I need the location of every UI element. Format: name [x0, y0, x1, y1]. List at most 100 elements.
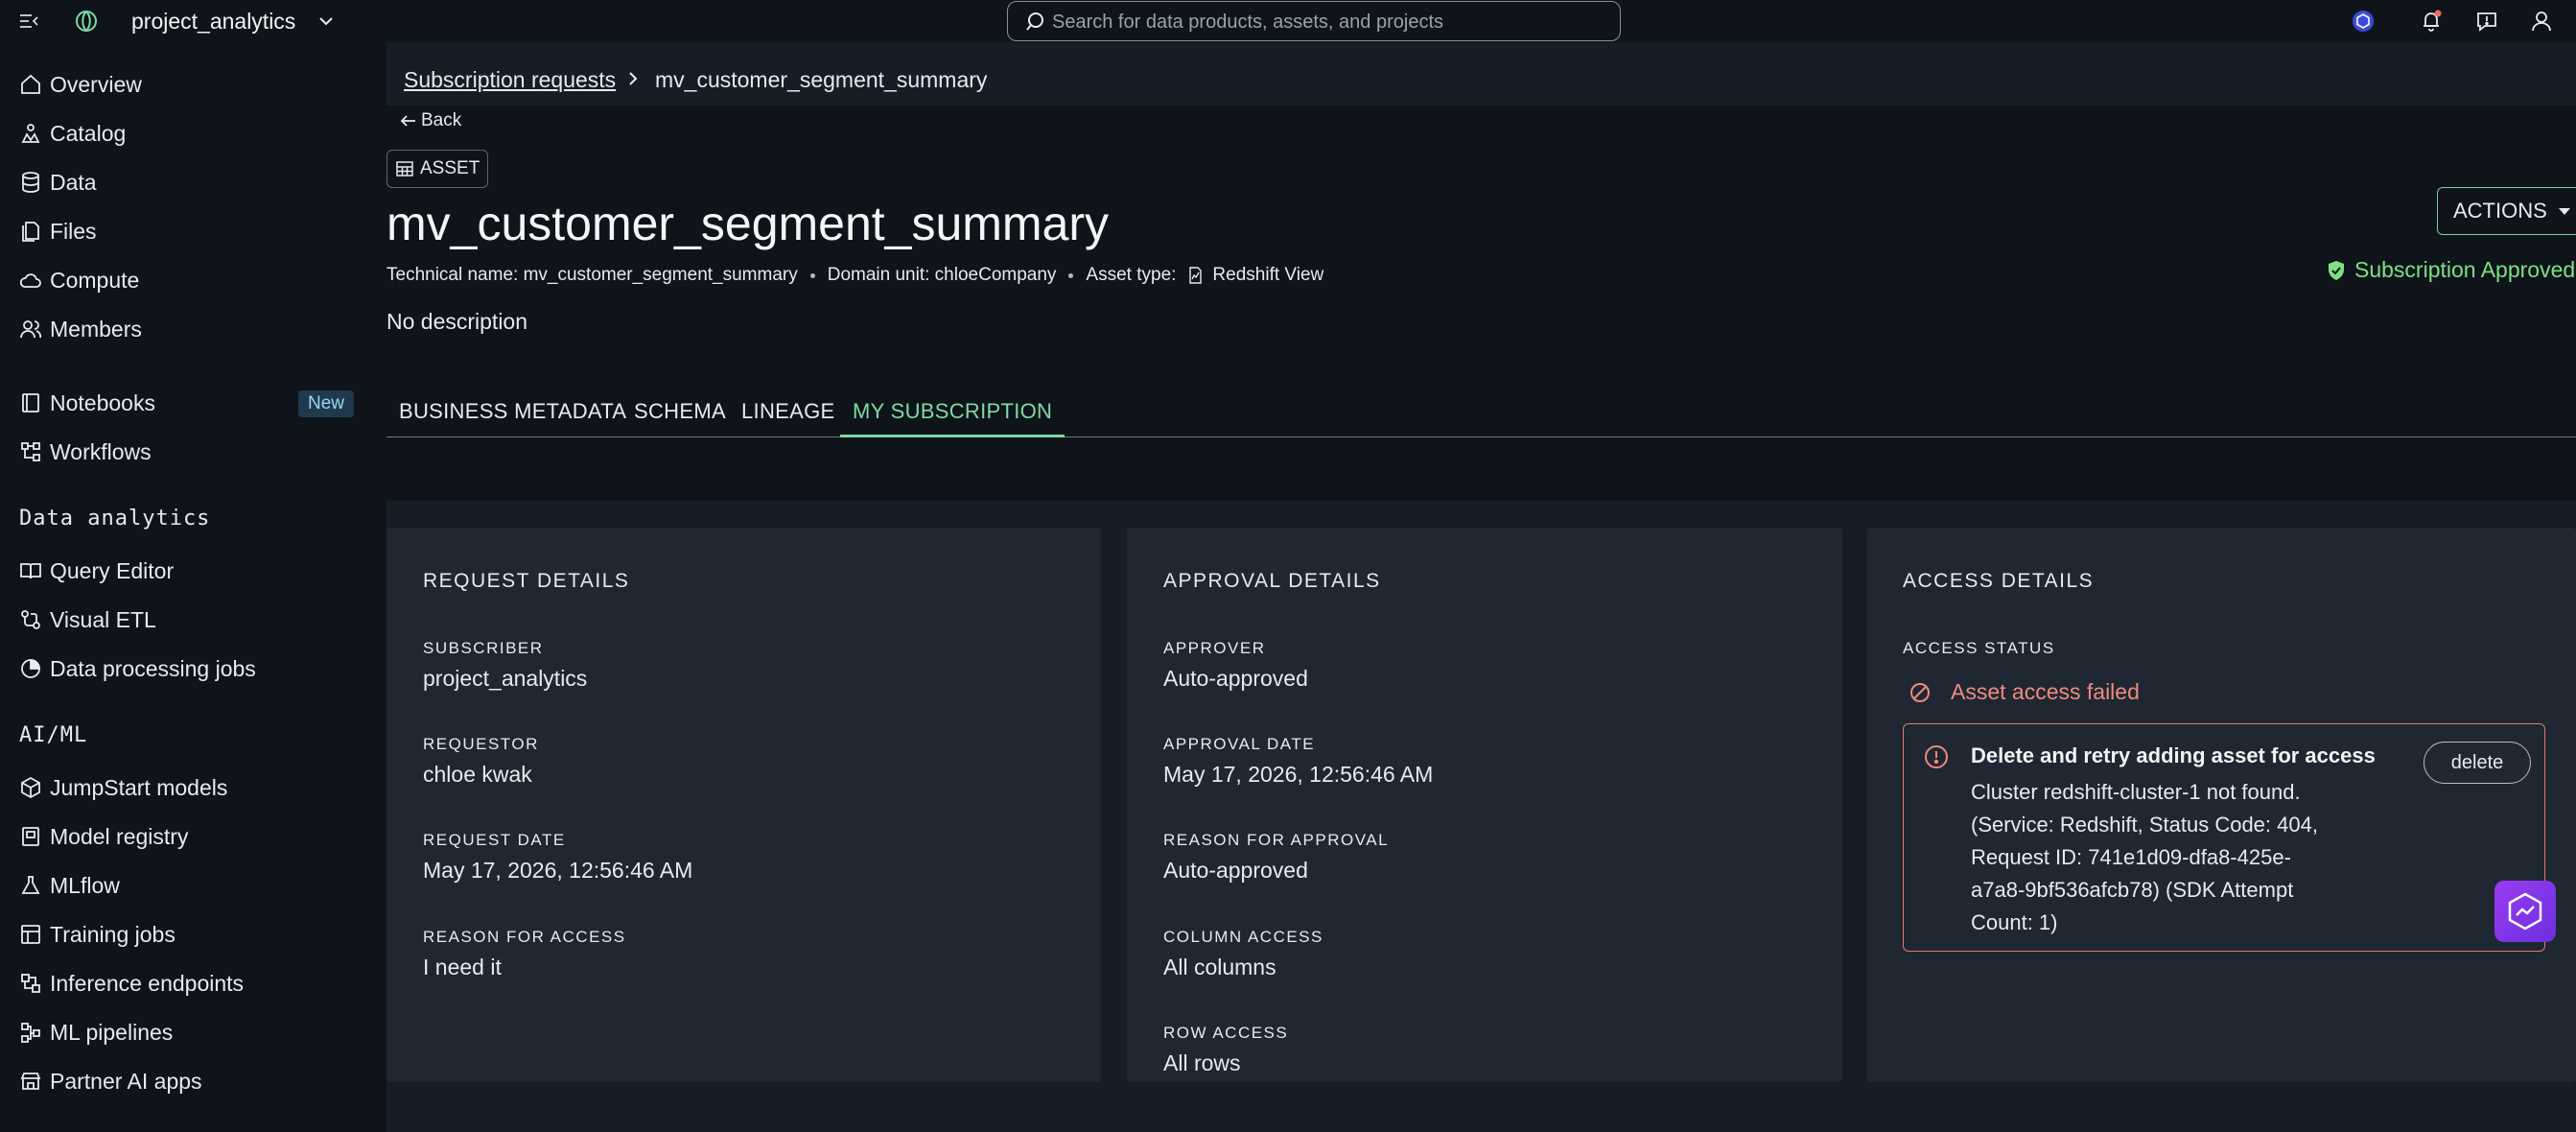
reason-for-approval-value: Auto-approved: [1163, 858, 1308, 883]
sidebar-item-mlflow[interactable]: MLflow: [0, 866, 386, 905]
approval-details-card: APPROVAL DETAILS APPROVER Auto-approved …: [1127, 528, 1842, 1082]
sidebar-item-model-registry[interactable]: Model registry: [0, 817, 386, 856]
subscription-status: Subscription Approved: [2326, 257, 2575, 283]
search-input[interactable]: [1052, 8, 1608, 36]
blocked-icon: [1910, 682, 1930, 702]
asset-type-value: Redshift View: [1212, 265, 1324, 285]
breadcrumb: Subscription requests mv_customer_segmen…: [386, 42, 2576, 106]
home-icon: [21, 74, 40, 94]
separator-dot: [1068, 272, 1074, 278]
asset-tabs: BUSINESS METADATA SCHEMA LINEAGE MY SUBS…: [386, 388, 2576, 437]
asset-tag: ASSET: [386, 150, 489, 188]
sidebar-item-query-editor[interactable]: Query Editor: [0, 552, 386, 590]
pipeline-icon: [21, 1023, 40, 1043]
sidebar: Overview Catalog Data Files Compute Memb…: [0, 42, 386, 1132]
cloud-icon: [19, 273, 41, 288]
breadcrumb-subscription-requests[interactable]: Subscription requests: [404, 67, 616, 93]
access-error-alert: Delete and retry adding asset for access…: [1903, 723, 2545, 952]
notifications-icon[interactable]: [2419, 9, 2444, 34]
request-details-card: REQUEST DETAILS SUBSCRIBER project_analy…: [386, 528, 1101, 1082]
tab-business-metadata[interactable]: BUSINESS METADATA: [386, 399, 639, 437]
database-icon: [22, 172, 39, 193]
asset-header: [386, 106, 2576, 501]
sidebar-item-notebooks[interactable]: Notebooks New: [0, 384, 386, 422]
notebook-icon: [22, 393, 39, 413]
flask-icon: [21, 876, 40, 894]
redshift-view-icon: [1189, 267, 1203, 284]
cube-icon: [21, 776, 40, 799]
sidebar-item-visual-etl[interactable]: Visual ETL: [0, 601, 386, 639]
files-icon: [22, 222, 39, 242]
top-bar: project_analytics: [0, 0, 2576, 42]
feedback-icon[interactable]: [2474, 9, 2499, 34]
section-data-analytics: Data analytics: [19, 507, 211, 531]
sidebar-item-workflows[interactable]: Workflows: [0, 433, 386, 471]
collapse-menu-icon[interactable]: [17, 10, 40, 33]
back-label: Back: [421, 110, 462, 130]
sidebar-item-compute[interactable]: Compute: [0, 261, 386, 299]
tab-my-subscription[interactable]: MY SUBSCRIPTION: [840, 399, 1066, 437]
inference-icon: [21, 974, 40, 993]
domain-unit: Domain unit: chloeCompany: [827, 265, 1057, 285]
tab-schema[interactable]: SCHEMA: [621, 399, 738, 437]
separator-dot: [809, 272, 815, 278]
error-title: Delete and retry adding asset for access: [1971, 743, 2376, 767]
arrow-left-icon: [400, 115, 415, 127]
access-details-card: ACCESS DETAILS ACCESS STATUS Asset acces…: [1866, 528, 2576, 1082]
search-icon: [1026, 12, 1043, 31]
training-icon: [21, 925, 40, 944]
user-profile-icon[interactable]: [2529, 9, 2554, 34]
error-icon: [1925, 745, 1948, 768]
reason-for-access-value: I need it: [423, 955, 502, 979]
sidebar-item-data[interactable]: Data: [0, 163, 386, 201]
access-status: Asset access failed: [1903, 679, 2140, 705]
sidebar-item-files[interactable]: Files: [0, 212, 386, 250]
shield-check-icon: [2329, 260, 2344, 280]
page-title: mv_customer_segment_summary: [386, 197, 1110, 250]
processing-icon: [21, 659, 40, 678]
approver-value: Auto-approved: [1163, 666, 1308, 691]
sidebar-item-training-jobs[interactable]: Training jobs: [0, 915, 386, 954]
back-link[interactable]: Back: [398, 110, 461, 131]
delete-button[interactable]: delete: [2424, 742, 2531, 784]
store-icon: [20, 1073, 41, 1090]
members-icon: [20, 320, 42, 339]
asset-description: No description: [386, 309, 528, 334]
breadcrumb-current: mv_customer_segment_summary: [655, 67, 988, 92]
table-icon: [396, 161, 413, 177]
tab-lineage[interactable]: LINEAGE: [729, 399, 847, 437]
registry-icon: [22, 827, 39, 846]
chevron-right-icon: [629, 72, 638, 85]
asset-metadata-line: Technical name: mv_customer_segment_summ…: [386, 265, 1323, 286]
sidebar-item-partner-ai-apps[interactable]: Partner AI apps: [0, 1062, 386, 1100]
new-badge: New: [297, 390, 354, 417]
etl-icon: [21, 610, 40, 629]
section-ai-ml: AI/ML: [19, 723, 88, 747]
technical-name: Technical name: mv_customer_segment_summ…: [386, 265, 798, 285]
book-icon: [20, 563, 41, 579]
sidebar-item-inference-endpoints[interactable]: Inference endpoints: [0, 964, 386, 1002]
assistant-hexagon-icon: [2508, 892, 2542, 931]
workflow-icon: [21, 442, 40, 461]
column-access-value: All columns: [1163, 955, 1276, 979]
sidebar-item-jumpstart-models[interactable]: JumpStart models: [0, 768, 386, 807]
caret-down-icon: [2558, 207, 2570, 215]
project-selector[interactable]: project_analytics: [131, 9, 295, 35]
floating-assistant-button[interactable]: [2494, 881, 2556, 942]
global-search[interactable]: [1007, 1, 1621, 41]
approval-date-value: May 17, 2026, 12:56:46 AM: [1163, 762, 1434, 787]
assistant-icon[interactable]: [2351, 9, 2376, 34]
sidebar-item-data-processing-jobs[interactable]: Data processing jobs: [0, 649, 386, 688]
requestor-value: chloe kwak: [423, 762, 532, 787]
actions-button[interactable]: ACTIONS: [2437, 187, 2576, 235]
request-date-value: May 17, 2026, 12:56:46 AM: [423, 858, 693, 883]
sidebar-item-catalog[interactable]: Catalog: [0, 114, 386, 153]
sidebar-item-members[interactable]: Members: [0, 310, 386, 348]
subscriber-value: project_analytics: [423, 666, 588, 691]
chevron-down-icon[interactable]: [316, 12, 336, 31]
row-access-value: All rows: [1163, 1050, 1241, 1075]
sidebar-item-ml-pipelines[interactable]: ML pipelines: [0, 1013, 386, 1051]
studio-logo-icon[interactable]: [73, 8, 100, 35]
catalog-icon: [21, 124, 40, 143]
sidebar-item-overview[interactable]: Overview: [0, 65, 386, 104]
